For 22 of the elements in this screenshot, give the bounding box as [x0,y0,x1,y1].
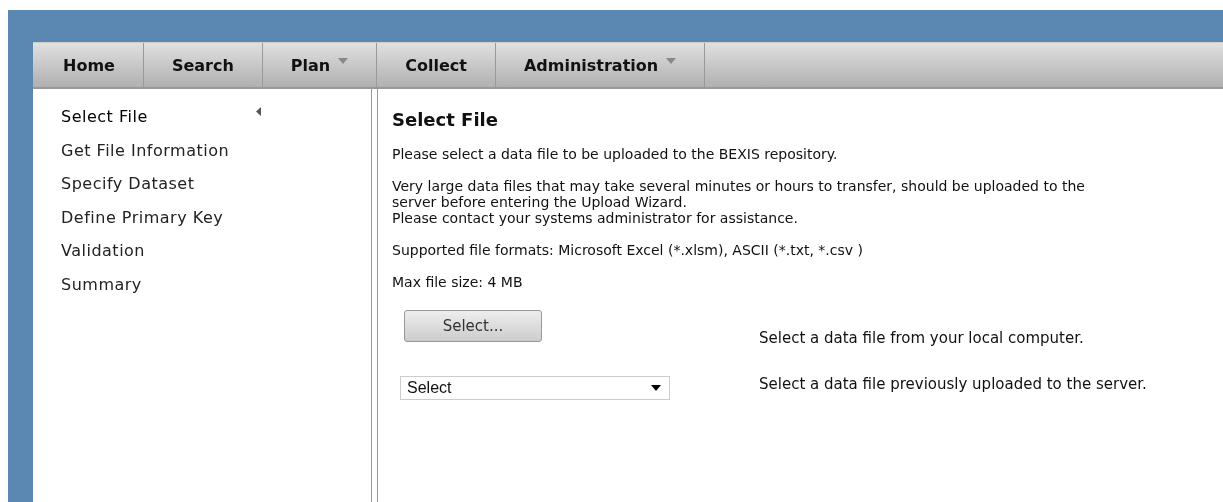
wizard-step[interactable]: Get File Information [61,140,351,174]
hint-text: Select a data file previously uploaded to the server. [759,376,1148,392]
nav-tab[interactable]: Administration [495,43,706,87]
section-title: Select File [392,109,499,130]
nav-tab[interactable]: Collect [377,43,496,87]
wizard-step[interactable]: Specify Dataset [61,174,351,208]
nav-tab[interactable]: Home [33,43,144,87]
wizard-step[interactable]: Define Primary Key [61,207,351,241]
nav-tab[interactable]: Search [143,43,263,87]
server-file-dropdown[interactable]: Select [400,376,670,400]
nav-tab[interactable]: Plan [262,43,378,87]
caret-icon [651,385,661,391]
wizard-step[interactable]: Summary [61,274,351,308]
arrow-left-icon [256,107,261,116]
wizard-step[interactable]: Validation [61,241,351,275]
paragraph: Please select a data file to be uploaded to the BEXIS repository. [392,146,839,162]
select-file-button[interactable]: Select... [404,310,542,342]
paragraph: Very large data files that may take several minutes or hours to transfer, should be uploaded to the server before entering the Upload Wizard. Please contact your systems administrator for assistance. [392,178,1086,226]
paragraph: Supported file formats: Microsoft Excel (*.xlsm), ASCII (*.txt, *.csv ) [392,242,864,258]
wizard-step[interactable]: Select File [61,107,261,141]
hint-text: Select a data file from your local computer. [759,330,1085,346]
paragraph: Max file size: 4 MB [392,274,524,290]
